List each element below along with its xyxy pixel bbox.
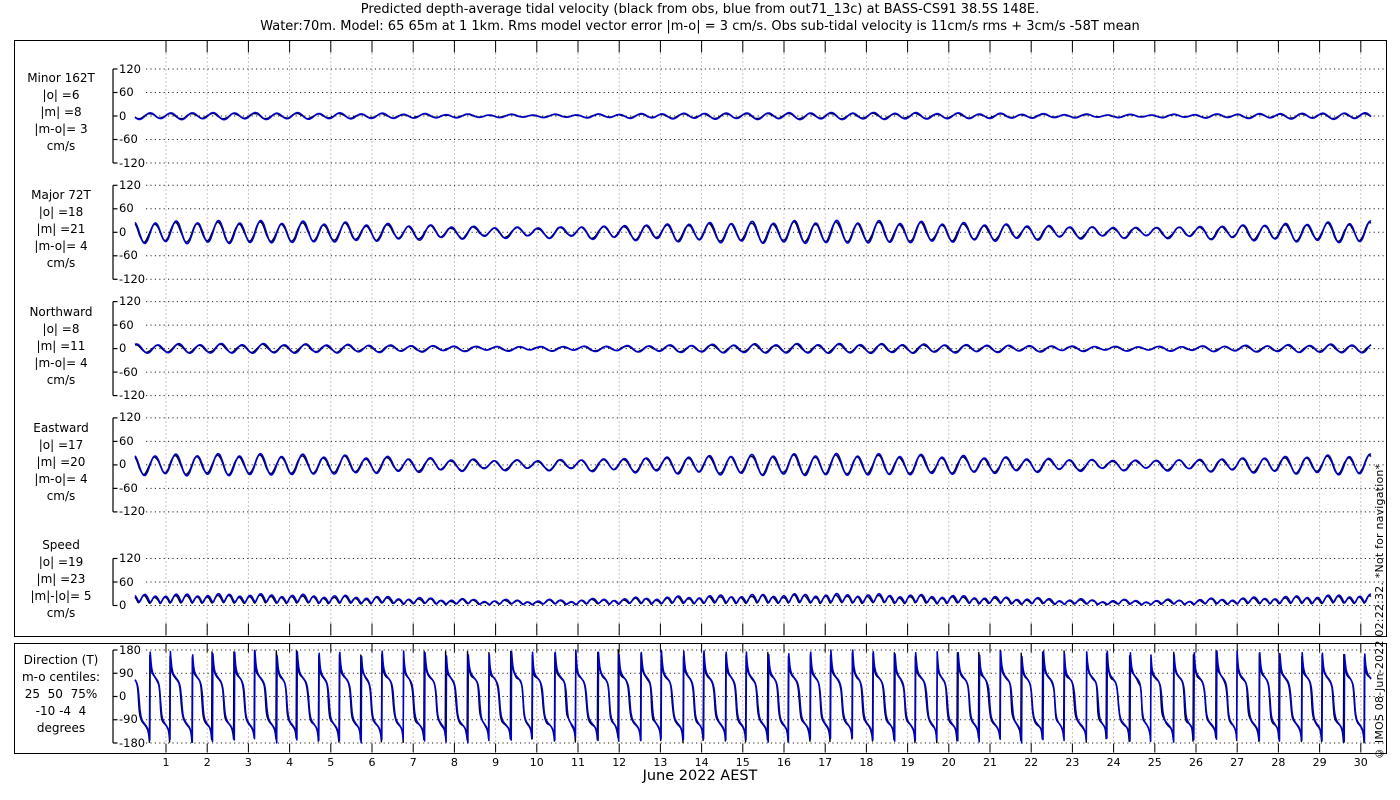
y-tick-label: 60	[119, 574, 134, 589]
panel-label-direction: Direction (T) m-o centiles: 25 50 75% -1…	[21, 653, 101, 735]
panel-label-speed: Speed |o| =19 |m| =23 |m|-|o|= 5 cm/s	[30, 538, 92, 620]
y-tick-label: 0	[119, 689, 127, 703]
y-tick-label: -60	[119, 480, 138, 495]
y-tick-label: 0	[119, 224, 127, 239]
y-tick-label: 90	[119, 665, 134, 680]
y-tick-label: -60	[119, 248, 138, 263]
y-tick-label: -180	[119, 735, 146, 750]
y-tick-label: 60	[119, 433, 134, 448]
y-tick-label: 60	[119, 201, 134, 216]
y-tick-label: -120	[119, 504, 146, 519]
y-tick-label: 0	[119, 108, 127, 123]
y-tick-label: -90	[119, 712, 138, 727]
y-tick-label: 120	[119, 410, 141, 425]
y-tick-label: 60	[119, 85, 134, 99]
imos-watermark: © IMOS 08-Jun-2022 02:22:32. *Not for na…	[1373, 463, 1386, 760]
y-tick-label: 0	[119, 598, 127, 612]
y-tick-label: 120	[119, 61, 141, 76]
y-tick-label: 180	[119, 642, 141, 657]
direction-panel-frame	[14, 643, 1387, 754]
tidal-velocity-figure: Predicted depth-average tidal velocity (…	[0, 0, 1400, 800]
y-tick-label: -60	[119, 132, 138, 146]
panel-label-northward: Northward |o| =8 |m| =11 |m-o|= 4 cm/s	[29, 305, 93, 387]
y-tick-label: -120	[119, 271, 146, 286]
x-axis-label: June 2022 AEST	[642, 768, 758, 784]
y-tick-label: 120	[119, 177, 141, 192]
y-tick-label: -60	[119, 364, 138, 379]
y-tick-label: 0	[119, 341, 127, 356]
y-tick-label: -120	[119, 155, 146, 170]
y-tick-label: 120	[119, 551, 141, 565]
y-tick-label: 0	[119, 457, 127, 472]
panel-label-minor: Minor 162T |o| =6 |m| =8 |m-o|= 3 cm/s	[27, 71, 95, 153]
y-tick-label: -120	[119, 388, 146, 403]
y-tick-label: 60	[119, 317, 134, 332]
panel-label-major: Major 72T |o| =18 |m| =21 |m-o|= 4 cm/s	[31, 188, 91, 270]
chart-canvas	[14, 40, 1387, 754]
panel-label-eastward: Eastward |o| =17 |m| =20 |m-o|= 4 cm/s	[33, 421, 89, 503]
velocity-panels-frame	[14, 40, 1387, 637]
y-tick-label: 120	[119, 294, 141, 309]
